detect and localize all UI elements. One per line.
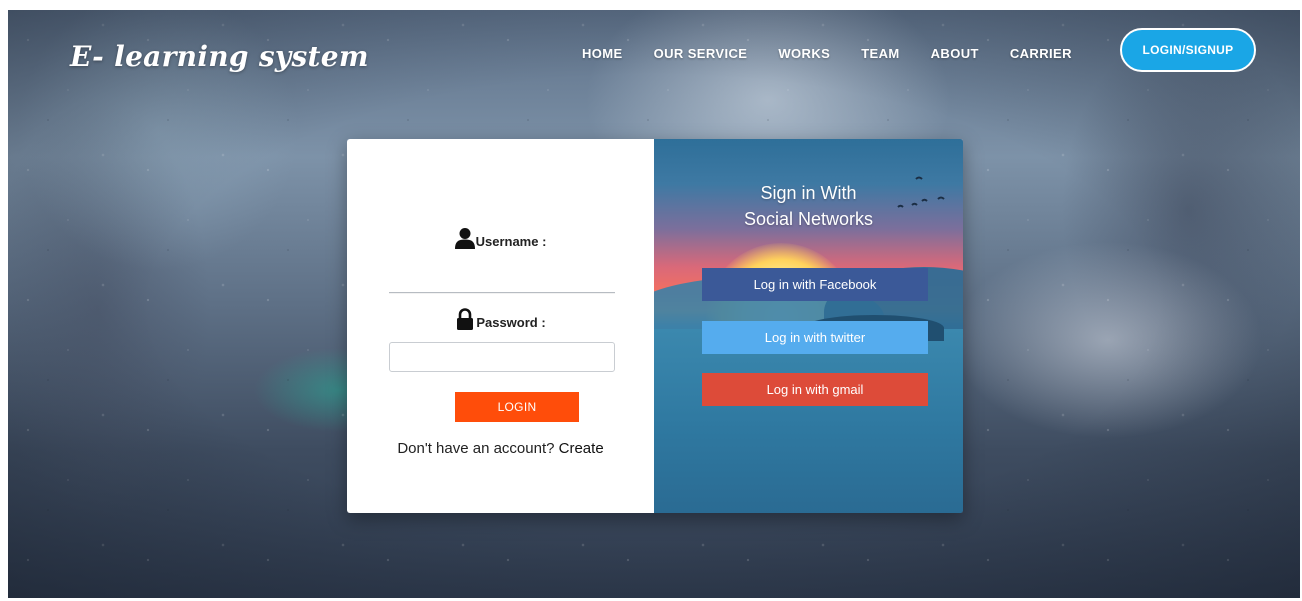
signup-prompt: Don't have an account? bbox=[397, 440, 555, 457]
create-account-link[interactable]: Create bbox=[559, 440, 604, 457]
nav-our-service[interactable]: OUR SERVICE bbox=[654, 46, 748, 61]
nav-team[interactable]: TEAM bbox=[861, 46, 899, 61]
signup-prompt-row: Don't have an account? Create bbox=[347, 440, 654, 457]
login-signup-button[interactable]: LOGIN/SIGNUP bbox=[1120, 28, 1256, 72]
main-nav: HOME OUR SERVICE WORKS TEAM ABOUT CARRIE… bbox=[582, 46, 1103, 61]
username-label-row: Username : bbox=[347, 227, 654, 249]
nav-carrier[interactable]: CARRIER bbox=[1010, 46, 1072, 61]
social-title-line1: Sign in With bbox=[760, 183, 857, 203]
social-login-panel: Sign in With Social Networks Log in with… bbox=[654, 139, 963, 513]
lock-icon bbox=[457, 308, 474, 330]
username-input[interactable] bbox=[389, 263, 615, 293]
social-title: Sign in With Social Networks bbox=[654, 180, 963, 232]
background-hero: E- learning system HOME OUR SERVICE WORK… bbox=[8, 10, 1300, 598]
twitter-login-button[interactable]: Log in with twitter bbox=[702, 321, 928, 354]
user-icon bbox=[454, 228, 475, 249]
facebook-login-button[interactable]: Log in with Facebook bbox=[702, 268, 928, 301]
password-label: Password : bbox=[476, 315, 546, 330]
nav-about[interactable]: ABOUT bbox=[931, 46, 979, 61]
nav-works[interactable]: WORKS bbox=[778, 46, 830, 61]
login-form-panel: Username : Password : LOGIN Don't have a… bbox=[347, 139, 654, 513]
password-label-row: Password : bbox=[347, 308, 654, 330]
nav-home[interactable]: HOME bbox=[582, 46, 623, 61]
username-label: Username : bbox=[475, 234, 547, 249]
login-card: Username : Password : LOGIN Don't have a… bbox=[347, 139, 963, 513]
lake-illustration bbox=[654, 329, 963, 513]
password-input[interactable] bbox=[389, 342, 615, 372]
social-title-line2: Social Networks bbox=[743, 209, 874, 229]
brand-logo[interactable]: E- learning system bbox=[70, 40, 369, 73]
gmail-login-button[interactable]: Log in with gmail bbox=[702, 373, 928, 406]
login-button[interactable]: LOGIN bbox=[455, 392, 579, 422]
